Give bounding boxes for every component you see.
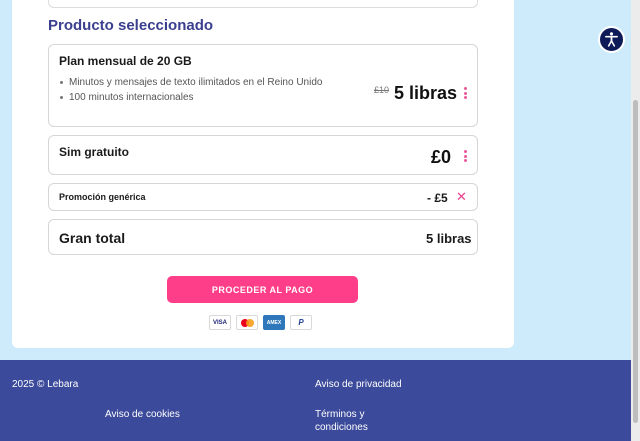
plan-old-price: £10: [374, 85, 390, 95]
privacy-link[interactable]: Aviso de privacidad: [315, 379, 402, 390]
plan-title: Plan mensual de 20 GB: [59, 54, 192, 68]
close-icon[interactable]: ✕: [456, 189, 467, 205]
footer: 2025 © Lebara Aviso de privacidad Aviso …: [0, 360, 631, 441]
accessibility-button[interactable]: [598, 26, 625, 53]
payment-methods: VISA AMEX P: [209, 315, 312, 330]
more-options-icon[interactable]: [464, 150, 467, 162]
grand-total: Gran total 5 libras: [48, 219, 478, 255]
cookies-link[interactable]: Aviso de cookies: [105, 409, 180, 420]
plan-features: Minutos y mensajes de texto ilimitados e…: [59, 75, 323, 105]
total-title: Gran total: [59, 230, 126, 246]
more-options-icon[interactable]: [464, 87, 467, 99]
previous-box: [48, 0, 478, 8]
total-value: 5 libras: [426, 231, 472, 246]
promo-title: Promoción genérica: [59, 192, 146, 202]
promo-amount: - £5: [427, 191, 448, 205]
plan-price: 5 libras: [394, 83, 458, 103]
copyright: 2025 © Lebara: [12, 379, 79, 390]
section-title: Producto seleccionado: [48, 17, 214, 34]
amex-icon: AMEX: [263, 315, 285, 330]
sim-price: £0: [431, 147, 452, 167]
plan-feature: 100 minutos internacionales: [59, 90, 322, 105]
terms-link[interactable]: Términos y condiciones: [315, 408, 395, 434]
paypal-icon: P: [290, 315, 312, 330]
sim-item: Sim gratuito £0: [48, 135, 478, 175]
plan-feature: Minutos y mensajes de texto ilimitados e…: [59, 77, 323, 88]
promo-item: Promoción genérica - £5 ✕: [48, 183, 478, 211]
proceed-to-payment-button[interactable]: PROCEDER AL PAGO: [167, 276, 358, 303]
accessibility-icon: [605, 32, 618, 47]
plan-item: Plan mensual de 20 GB Minutos y mensajes…: [48, 44, 478, 127]
sim-title: Sim gratuito: [59, 145, 130, 159]
visa-icon: VISA: [209, 315, 231, 330]
scrollbar-thumb[interactable]: [633, 100, 638, 423]
mastercard-icon: [236, 315, 258, 330]
